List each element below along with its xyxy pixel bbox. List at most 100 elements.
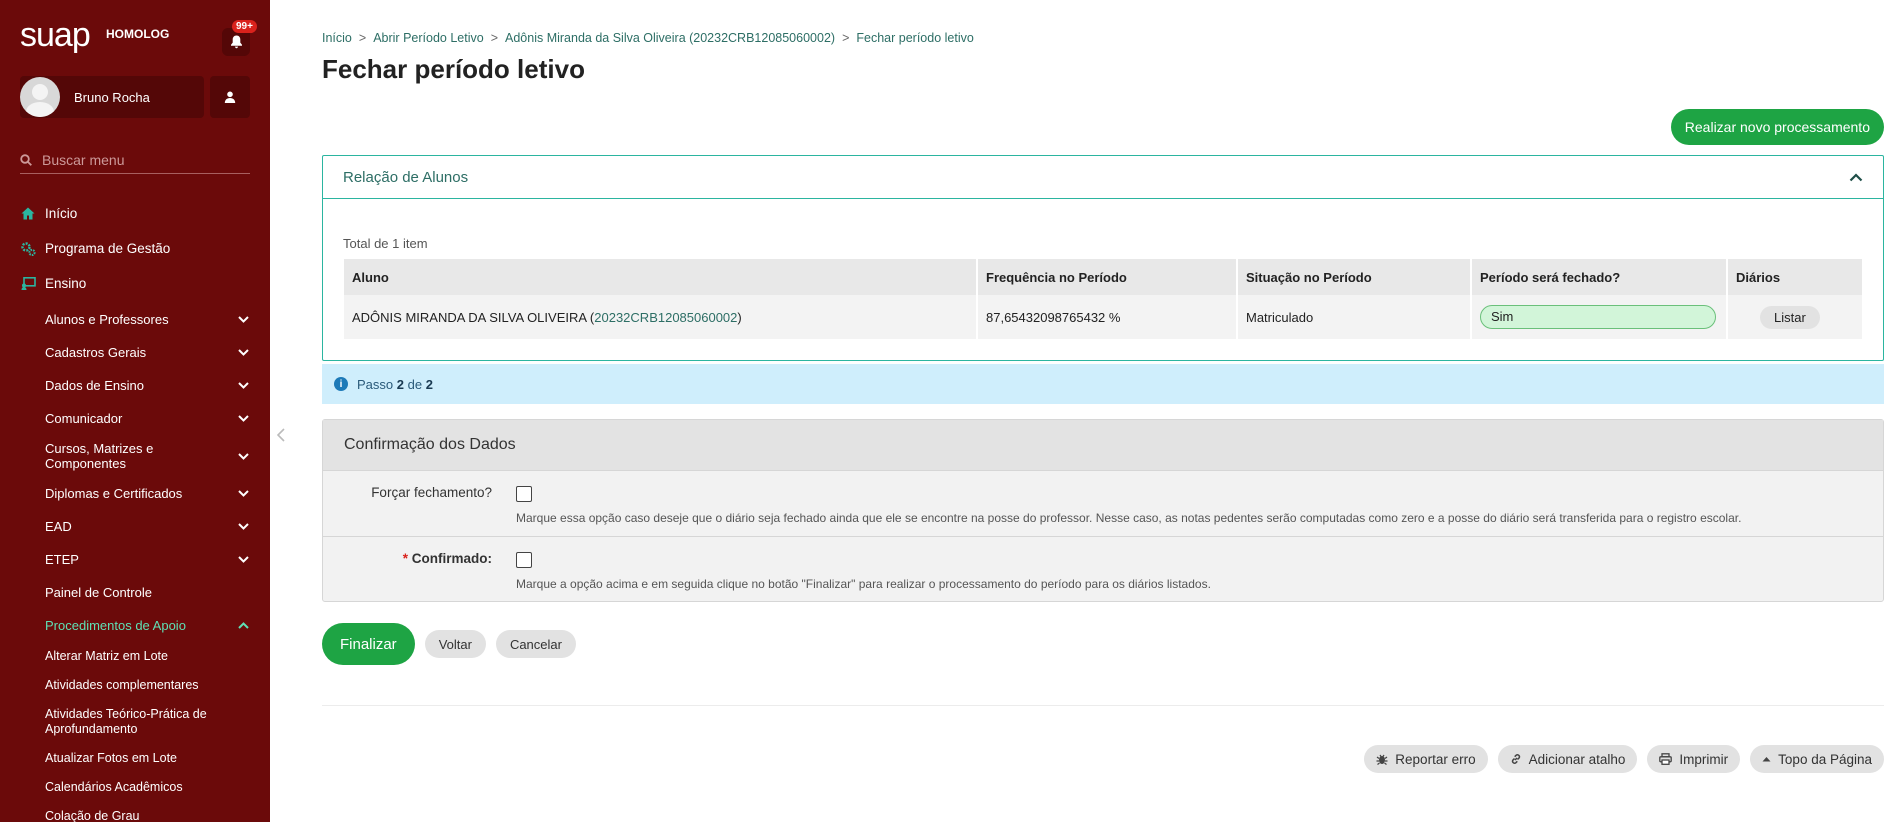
sidebar-item-label: ETEP <box>45 552 79 567</box>
sidebar-subitem[interactable]: Colação de Grau <box>0 802 270 822</box>
students-panel-header[interactable]: Relação de Alunos <box>323 156 1883 199</box>
chevron-left-icon <box>276 428 285 442</box>
cancel-button[interactable]: Cancelar <box>495 630 576 658</box>
report-error-button[interactable]: Reportar erro <box>1364 745 1488 773</box>
sidebar-item-label: Comunicador <box>45 411 123 426</box>
total-count: Total de 1 item <box>343 236 428 251</box>
home-icon <box>20 206 36 222</box>
user-profile[interactable]: Bruno Rocha <box>20 76 204 118</box>
sidebar-subitem[interactable]: Atualizar Fotos em Lote <box>0 744 270 773</box>
sidebar-item-ensino[interactable]: Ensino <box>0 266 270 301</box>
user-menu-button[interactable] <box>210 76 250 118</box>
step-current: 2 <box>396 376 404 392</box>
add-shortcut-label: Adicionar atalho <box>1528 751 1626 767</box>
finish-button[interactable]: Finalizar <box>322 623 415 665</box>
sidebar-item-etep[interactable]: ETEP <box>0 543 270 576</box>
sidebar-item-inicio[interactable]: Início <box>0 196 270 231</box>
form-actions: Finalizar Voltar Cancelar <box>322 623 576 665</box>
column-header: Frequência no Período <box>977 259 1238 295</box>
sidebar-subitem[interactable]: Alterar Matriz em Lote <box>0 642 270 671</box>
breadcrumb-current: Fechar período letivo <box>856 31 974 45</box>
sidebar-item-ead[interactable]: EAD <box>0 510 270 543</box>
student-matricula-link[interactable]: 20232CRB12085060002 <box>594 310 737 325</box>
gears-icon <box>20 241 36 257</box>
chevron-down-icon <box>236 379 250 393</box>
menu-search[interactable]: Buscar menu <box>20 146 250 174</box>
column-header: Diários <box>1727 259 1864 295</box>
table-row: ADÔNIS MIRANDA DA SILVA OLIVEIRA (20232C… <box>344 295 1864 339</box>
confirmed-label-wrap: * Confirmado: <box>403 551 492 566</box>
print-label: Imprimir <box>1679 751 1729 767</box>
confirmed-help: Marque a opção acima e em seguida clique… <box>516 577 1211 591</box>
confirmed-row: * Confirmado: Marque a opção acima e em … <box>323 537 1883 603</box>
search-input[interactable]: Buscar menu <box>42 152 124 168</box>
sidebar-item-procedimentos-de-apoio[interactable]: Procedimentos de Apoio <box>0 609 270 642</box>
new-processing-button[interactable]: Realizar novo processamento <box>1670 109 1884 145</box>
suap-logo[interactable]: suap <box>20 16 91 55</box>
sidebar-item-label: Procedimentos de Apoio <box>45 618 186 633</box>
breadcrumb-separator: > <box>358 31 367 45</box>
sidebar: suap HOMOLOG 99+ Bruno Rocha Buscar menu… <box>0 0 270 822</box>
chevron-down-icon <box>236 487 250 501</box>
sidebar-item-cursos-matrizes[interactable]: Cursos, Matrizes e Componentes <box>0 435 270 477</box>
footer-actions: Reportar erro Adicionar atalho Imprimir … <box>1364 745 1884 773</box>
sidebar-item-label: Início <box>45 206 78 221</box>
sidebar-menu: Início Programa de Gestão Ensino Alunos … <box>0 196 270 822</box>
student-name-suffix: ) <box>737 309 742 325</box>
board-icon <box>20 276 36 292</box>
page-title: Fechar período letivo <box>322 54 585 84</box>
student-cell: ADÔNIS MIRANDA DA SILVA OLIVEIRA (20232C… <box>344 295 978 339</box>
avatar <box>20 77 60 117</box>
sidebar-item-alunos-e-professores[interactable]: Alunos e Professores <box>0 303 270 336</box>
diaries-cell: Listar <box>1727 295 1864 339</box>
bug-icon <box>1376 754 1388 765</box>
breadcrumb-separator: > <box>490 31 498 45</box>
sidebar-item-programa-de-gestao[interactable]: Programa de Gestão <box>0 231 270 266</box>
chevron-down-icon <box>236 346 250 360</box>
force-close-help: Marque essa opção caso deseje que o diár… <box>516 511 1742 525</box>
chevron-down-icon <box>236 449 250 463</box>
sidebar-item-comunicador[interactable]: Comunicador <box>0 402 270 435</box>
students-table: Aluno Frequência no Período Situação no … <box>344 259 1864 339</box>
collapse-sidebar-button[interactable] <box>276 426 285 447</box>
chevron-down-icon <box>236 412 250 426</box>
caret-up-icon <box>1762 757 1771 762</box>
sidebar-subitem[interactable]: Atividades complementares <box>0 671 270 700</box>
closing-cell: Sim <box>1471 295 1728 339</box>
sidebar-item-painel-de-controle[interactable]: Painel de Controle <box>0 576 270 609</box>
force-close-label: Forçar fechamento? <box>371 485 492 500</box>
back-to-top-label: Topo da Página <box>1778 751 1872 767</box>
chevron-down-icon <box>236 553 250 567</box>
form-title: Confirmação dos Dados <box>323 420 1883 471</box>
print-button[interactable]: Imprimir <box>1647 745 1741 773</box>
student-name: ADÔNIS MIRANDA DA SILVA OLIVEIRA ( <box>352 309 595 325</box>
breadcrumb-link[interactable]: Adônis Miranda da Silva Oliveira (20232C… <box>505 31 835 45</box>
panel-title: Relação de Alunos <box>343 168 469 186</box>
user-name: Bruno Rocha <box>74 89 150 105</box>
sidebar-item-label: Painel de Controle <box>45 585 152 600</box>
sidebar-item-label: Ensino <box>45 276 87 291</box>
breadcrumb-separator: > <box>842 31 850 45</box>
sidebar-item-label: Dados de Ensino <box>45 378 145 393</box>
frequency-cell: 87,65432098765432 % <box>977 295 1238 339</box>
add-shortcut-button[interactable]: Adicionar atalho <box>1497 745 1638 773</box>
breadcrumb-link[interactable]: Início <box>322 31 352 45</box>
sidebar-item-cadastros-gerais[interactable]: Cadastros Gerais <box>0 336 270 369</box>
divider <box>322 705 1884 706</box>
sidebar-item-label: Alunos e Professores <box>45 312 169 327</box>
sidebar-item-diplomas-e-certificados[interactable]: Diplomas e Certificados <box>0 477 270 510</box>
sidebar-subitem[interactable]: Calendários Acadêmicos <box>0 773 270 802</box>
force-close-checkbox[interactable] <box>516 486 532 502</box>
confirmed-checkbox[interactable] <box>516 552 532 568</box>
chevron-up-icon[interactable] <box>1849 172 1863 182</box>
sidebar-item-dados-de-ensino[interactable]: Dados de Ensino <box>0 369 270 402</box>
step-prefix: Passo <box>357 376 394 392</box>
breadcrumb-link[interactable]: Abrir Período Letivo <box>373 31 483 45</box>
status-badge: Sim <box>1480 305 1716 329</box>
column-header: Aluno <box>344 259 978 295</box>
list-diaries-button[interactable]: Listar <box>1760 305 1820 329</box>
back-to-top-button[interactable]: Topo da Página <box>1750 745 1884 773</box>
back-button[interactable]: Voltar <box>424 630 486 658</box>
column-header: Situação no Período <box>1237 259 1472 295</box>
sidebar-subitem[interactable]: Atividades Teórico-Prática de Aprofundam… <box>0 700 270 744</box>
